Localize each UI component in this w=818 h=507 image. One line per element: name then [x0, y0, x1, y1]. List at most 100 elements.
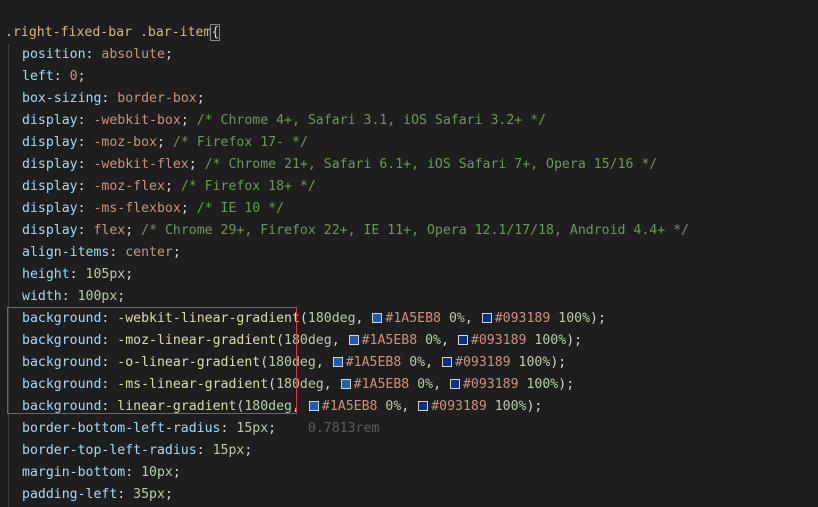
colon: : — [77, 135, 94, 150]
color-swatch-end[interactable] — [457, 335, 468, 345]
semicolon: ; — [188, 157, 197, 172]
code-line: display: -webkit-box; /* Chrome 4+, Safa… — [22, 110, 546, 132]
color-value: #1A5EB8 — [385, 311, 441, 326]
colon: : — [101, 311, 118, 326]
stop-value: 100% — [534, 333, 567, 348]
property-name: padding-left — [22, 487, 118, 502]
color-swatch-end[interactable] — [442, 357, 453, 367]
colon: : — [109, 245, 126, 260]
color-value: #093189 — [470, 333, 527, 348]
property-name: display — [22, 135, 78, 150]
stop-value: 0% — [417, 377, 434, 392]
semicolon: ; — [117, 289, 126, 304]
angle-value: 180deg — [307, 311, 356, 326]
code-line: display: -moz-box; /* Firefox 17- */ — [22, 132, 308, 154]
colon: : — [69, 267, 86, 282]
semicolon: ; — [172, 245, 181, 260]
comma: , — [441, 333, 457, 348]
code-line: display: -ms-flexbox; /* IE 10 */ — [22, 198, 284, 220]
keyword-value: -moz-box — [93, 135, 157, 150]
colon: : — [101, 355, 118, 370]
keyword-value: border-box — [117, 91, 197, 106]
paren-close: ); — [526, 399, 543, 414]
comma: , — [401, 399, 418, 414]
open-brace: { — [210, 24, 221, 41]
colon: : — [77, 223, 94, 238]
comma: , — [291, 399, 308, 414]
colon: : — [77, 113, 94, 128]
comma: , — [331, 333, 348, 348]
property-name: margin-bottom — [22, 465, 126, 480]
code-comment: /* Chrome 4+, Safari 3.1, iOS Safari 3.2… — [196, 113, 547, 128]
numeric-value: 15px — [236, 421, 269, 436]
keyword-value: -webkit-flex — [93, 157, 189, 172]
color-value: #093189 — [455, 355, 511, 370]
code-line: display: flex; /* Chrome 29+, Firefox 22… — [22, 220, 689, 242]
colon: : — [101, 333, 118, 348]
paren-open: ( — [299, 311, 308, 326]
keyword-value: flex — [93, 223, 126, 238]
color-swatch-start[interactable] — [308, 401, 319, 411]
color-swatch-start[interactable] — [372, 313, 383, 323]
semicolon: ; — [172, 465, 181, 480]
color-swatch-end[interactable] — [481, 313, 492, 323]
color-swatch-start[interactable] — [348, 335, 359, 345]
colon: : — [77, 179, 94, 194]
comma: , — [323, 377, 340, 392]
numeric-value: 35px — [133, 487, 165, 502]
comma: , — [425, 355, 442, 370]
css-selector: .right-fixed-bar .bar-item — [5, 25, 212, 40]
numeric-value: 105px — [85, 267, 126, 282]
color-swatch-start[interactable] — [332, 357, 343, 367]
keyword-value: center — [125, 245, 173, 260]
semicolon: ; — [196, 91, 205, 106]
color-swatch-start[interactable] — [340, 379, 351, 389]
numeric-value: 100px — [77, 289, 118, 304]
numeric-value: 15px — [212, 443, 245, 458]
numeric-value: 10px — [141, 465, 173, 480]
property-name: background — [22, 355, 102, 370]
color-swatch-end[interactable] — [449, 379, 460, 389]
code-editor[interactable]: .right-fixed-bar .bar-item{ position: ab… — [0, 0, 818, 507]
code-line: border-top-left-radius: 15px; — [22, 440, 252, 462]
color-value: #1A5EB8 — [321, 399, 378, 414]
comma: , — [464, 311, 481, 326]
stop-value: 0% — [409, 355, 426, 370]
paren-close: ); — [590, 311, 606, 326]
colon: : — [220, 421, 237, 436]
stop-value: 0% — [425, 333, 441, 348]
property-name: background — [22, 399, 102, 414]
property-name: border-top-left-radius — [22, 443, 197, 458]
colon: : — [53, 69, 70, 84]
color-swatch-end[interactable] — [418, 401, 429, 411]
angle-value: 180deg — [284, 333, 332, 348]
semicolon: ; — [180, 113, 189, 128]
paren-close: ); — [550, 355, 567, 370]
stop-value: 0% — [448, 311, 465, 326]
property-name: display — [22, 113, 78, 128]
property-name: left — [22, 69, 54, 84]
stop-value: 100% — [526, 377, 559, 392]
code-line: left: 0; — [22, 66, 86, 88]
keyword-value: -moz-flex — [93, 179, 165, 194]
colon: : — [85, 47, 102, 62]
property-name: background — [22, 377, 102, 392]
semicolon: ; — [164, 47, 173, 62]
selector-line: .right-fixed-bar .bar-item{ — [5, 22, 221, 44]
colon: : — [77, 157, 94, 172]
code-line: background: -ms-linear-gradient(180deg, … — [22, 374, 574, 396]
gradient-function: -moz-linear-gradient — [117, 333, 277, 348]
stop-value: 100% — [494, 399, 527, 414]
code-line: display: -moz-flex; /* Firefox 18+ */ — [22, 176, 316, 198]
code-comment: /* Firefox 18+ */ — [180, 179, 316, 194]
code-line: margin-bottom: 10px; — [22, 462, 181, 484]
code-line: background: -o-linear-gradient(180deg, #… — [22, 352, 566, 374]
stop-value: 0% — [385, 399, 402, 414]
code-comment: /* Chrome 21+, Safari 6.1+, iOS Safari 7… — [204, 157, 658, 172]
